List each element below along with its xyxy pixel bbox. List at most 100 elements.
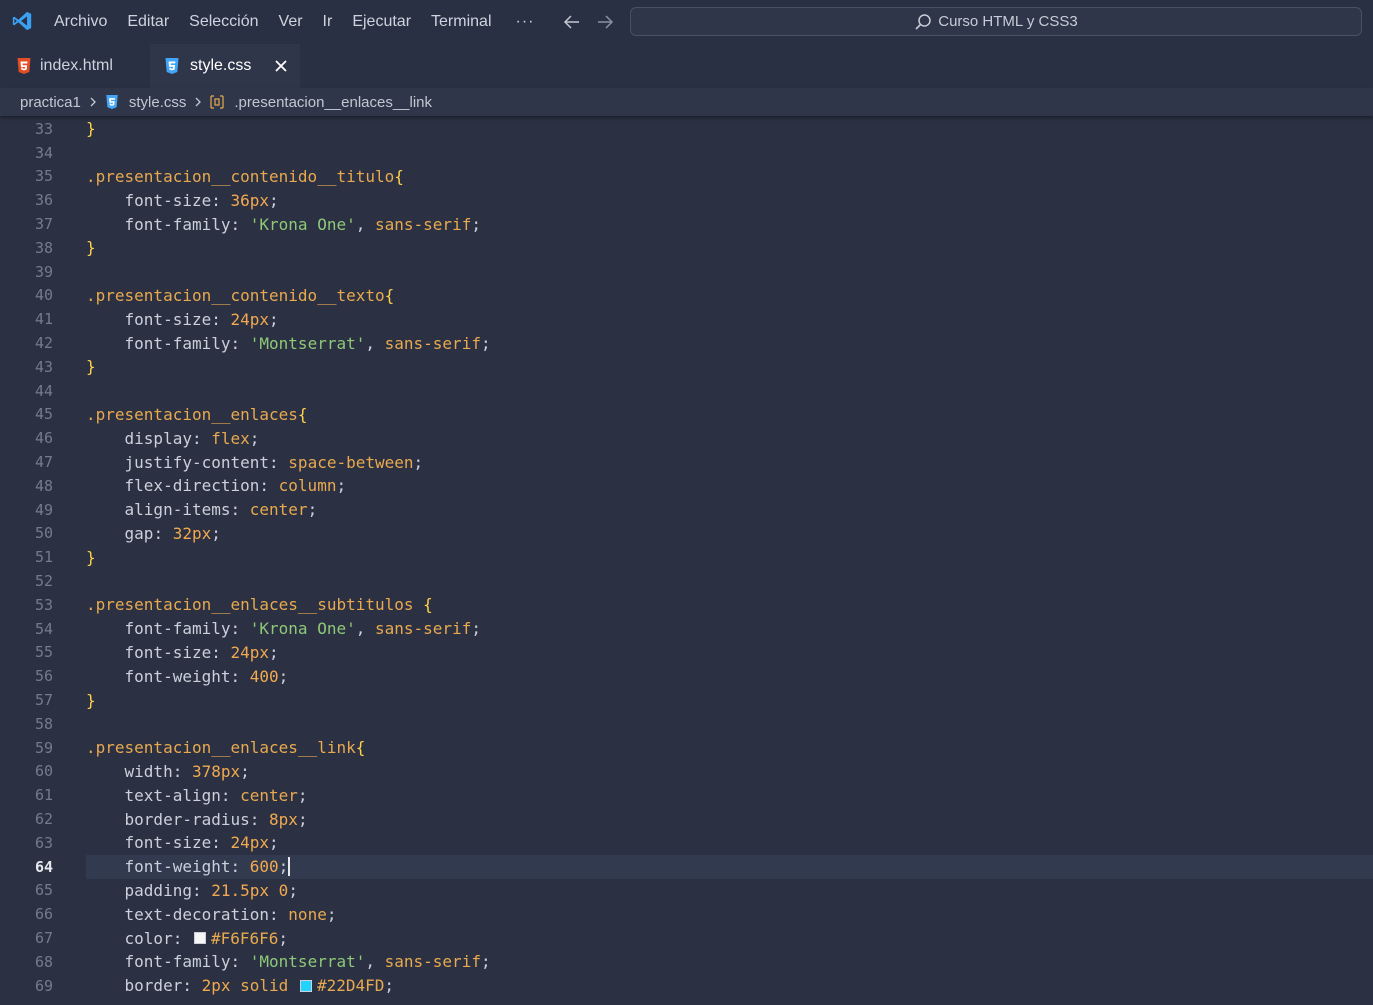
code-line[interactable]: 38} <box>0 236 1373 260</box>
token-num: 400 <box>249 666 279 686</box>
menu-ejecutar[interactable]: Ejecutar <box>342 0 421 44</box>
code-editor[interactable]: 33} 34 35 .presentacion__contenido__titulo{… <box>0 116 1373 1005</box>
code-line[interactable]: 49 align-items: center; <box>0 498 1373 522</box>
code-line[interactable]: 47 justify-content: space-between; <box>0 450 1373 474</box>
code-line[interactable]: 42 font-family: 'Montserrat', sans-serif… <box>0 331 1373 355</box>
code-text: } <box>86 355 1373 379</box>
code-text: .presentacion__contenido__texto{ <box>86 284 1373 308</box>
token-punc: ; <box>240 761 250 781</box>
code-line[interactable]: 54 font-family: 'Krona One', sans-serif; <box>0 617 1373 641</box>
token-prop: font-weight <box>86 666 231 686</box>
token-selector: .presentacion__enlaces__link <box>86 738 356 758</box>
token-punc: : <box>269 452 289 472</box>
code-line[interactable]: 44 <box>0 379 1373 403</box>
token-punc: ; <box>471 214 481 234</box>
menu-ver[interactable]: Ver <box>269 0 313 44</box>
token-val: solid <box>240 976 289 996</box>
code-line[interactable]: 36 font-size: 36px; <box>0 188 1373 212</box>
breadcrumb-symbol[interactable]: .presentacion__enlaces__link <box>234 94 432 111</box>
token-brace: { <box>394 166 404 186</box>
code-text: font-size: 24px; <box>86 831 1373 855</box>
code-line[interactable]: 68 font-family: 'Montserrat', sans-serif… <box>0 950 1373 974</box>
color-swatch[interactable] <box>193 932 206 945</box>
code-text: font-size: 24px; <box>86 307 1373 331</box>
vscode-logo-icon[interactable] <box>11 10 33 32</box>
code-line[interactable]: 63 font-size: 24px; <box>0 831 1373 855</box>
token-val: column <box>278 476 337 496</box>
code-line[interactable]: 59 .presentacion__enlaces__link{ <box>0 736 1373 760</box>
line-number: 47 <box>34 453 53 472</box>
token-prop: border <box>86 976 183 996</box>
menu-bar: Archivo Editar Selección Ver Ir Ejecutar… <box>44 0 548 44</box>
token-num: 600 <box>249 857 279 877</box>
code-line[interactable]: 53 .presentacion__enlaces__subtitulos { <box>0 593 1373 617</box>
token-val: #F6F6F6 <box>210 928 279 948</box>
token-prop: text-decoration <box>86 904 270 924</box>
code-line[interactable]: 37 font-family: 'Krona One', sans-serif; <box>0 212 1373 236</box>
code-line[interactable]: 45 .presentacion__enlaces{ <box>0 403 1373 427</box>
code-line[interactable]: 60 width: 378px; <box>0 760 1373 784</box>
code-line[interactable]: 56 font-weight: 400; <box>0 664 1373 688</box>
color-swatch[interactable] <box>299 979 312 992</box>
menu-archivo[interactable]: Archivo <box>44 0 117 44</box>
menu-editar[interactable]: Editar <box>117 0 179 44</box>
menu-ir[interactable]: Ir <box>313 0 343 44</box>
code-line[interactable]: 34 <box>0 141 1373 165</box>
breadcrumb-file[interactable]: style.css <box>129 94 187 111</box>
code-line[interactable]: 40 .presentacion__contenido__texto{ <box>0 284 1373 308</box>
arrow-left-icon[interactable] <box>561 11 583 33</box>
line-number: 52 <box>34 572 53 591</box>
token-punc: : <box>259 476 279 496</box>
token-punc: : <box>172 928 192 948</box>
code-line[interactable]: 67 color: #F6F6F6; <box>0 926 1373 950</box>
code-line[interactable]: 43} <box>0 355 1373 379</box>
code-line[interactable]: 50 gap: 32px; <box>0 522 1373 546</box>
close-icon[interactable] <box>272 57 290 75</box>
code-line[interactable]: 65 padding: 21.5px 0; <box>0 879 1373 903</box>
token-punc: ; <box>269 309 279 329</box>
menu-seleccion[interactable]: Selección <box>179 0 268 44</box>
code-line[interactable]: 41 font-size: 24px; <box>0 307 1373 331</box>
code-text: text-align: center; <box>86 783 1373 807</box>
code-text: align-items: center; <box>86 498 1373 522</box>
token-punc <box>288 976 298 995</box>
code-line[interactable]: 46 display: flex; <box>0 426 1373 450</box>
token-punc: ; <box>269 190 279 210</box>
command-center-search[interactable]: Curso HTML y CSS3 <box>630 7 1362 36</box>
text-cursor <box>288 857 291 877</box>
code-text: } <box>86 117 1373 141</box>
token-punc: , <box>355 619 375 639</box>
code-line[interactable]: 64 font-weight: 600; <box>0 854 1373 879</box>
token-punc: : <box>211 309 231 329</box>
breadcrumb-folder[interactable]: practica1 <box>20 94 81 111</box>
code-line[interactable]: 39 <box>0 260 1373 284</box>
code-line[interactable]: 69 border: 2px solid #22D4FD; <box>0 974 1373 998</box>
code-line[interactable]: 52 <box>0 569 1373 593</box>
tab-bar: index.html style.css <box>0 44 1373 88</box>
code-line[interactable]: 55 font-size: 24px; <box>0 641 1373 665</box>
code-line[interactable]: 58 <box>0 712 1373 736</box>
arrow-right-icon[interactable] <box>594 11 616 33</box>
code-text: } <box>86 688 1373 712</box>
code-line[interactable]: 51} <box>0 545 1373 569</box>
line-number: 69 <box>34 976 53 995</box>
code-line[interactable]: 66 text-decoration: none; <box>0 902 1373 926</box>
code-line[interactable]: 62 border-radius: 8px; <box>0 807 1373 831</box>
token-str: 'Montserrat' <box>249 333 366 353</box>
code-line[interactable]: 33} <box>0 117 1373 141</box>
code-line[interactable]: 48 flex-direction: column; <box>0 474 1373 498</box>
code-line[interactable]: 35 .presentacion__contenido__titulo{ <box>0 165 1373 189</box>
token-selector: .presentacion__enlaces <box>86 404 298 424</box>
tab-style-css[interactable]: style.css <box>150 44 300 88</box>
token-punc: ; <box>269 833 279 853</box>
token-punc: ; <box>384 976 395 996</box>
menu-terminal[interactable]: Terminal <box>421 0 501 44</box>
token-punc: ; <box>480 952 491 972</box>
token-prop: align-items <box>86 500 231 520</box>
more-menu-button[interactable]: ··· <box>502 2 549 42</box>
code-line[interactable]: 57} <box>0 688 1373 712</box>
token-val: sans-serif <box>384 952 481 972</box>
code-line[interactable]: 61 text-align: center; <box>0 783 1373 807</box>
tab-index-html[interactable]: index.html <box>0 44 150 88</box>
